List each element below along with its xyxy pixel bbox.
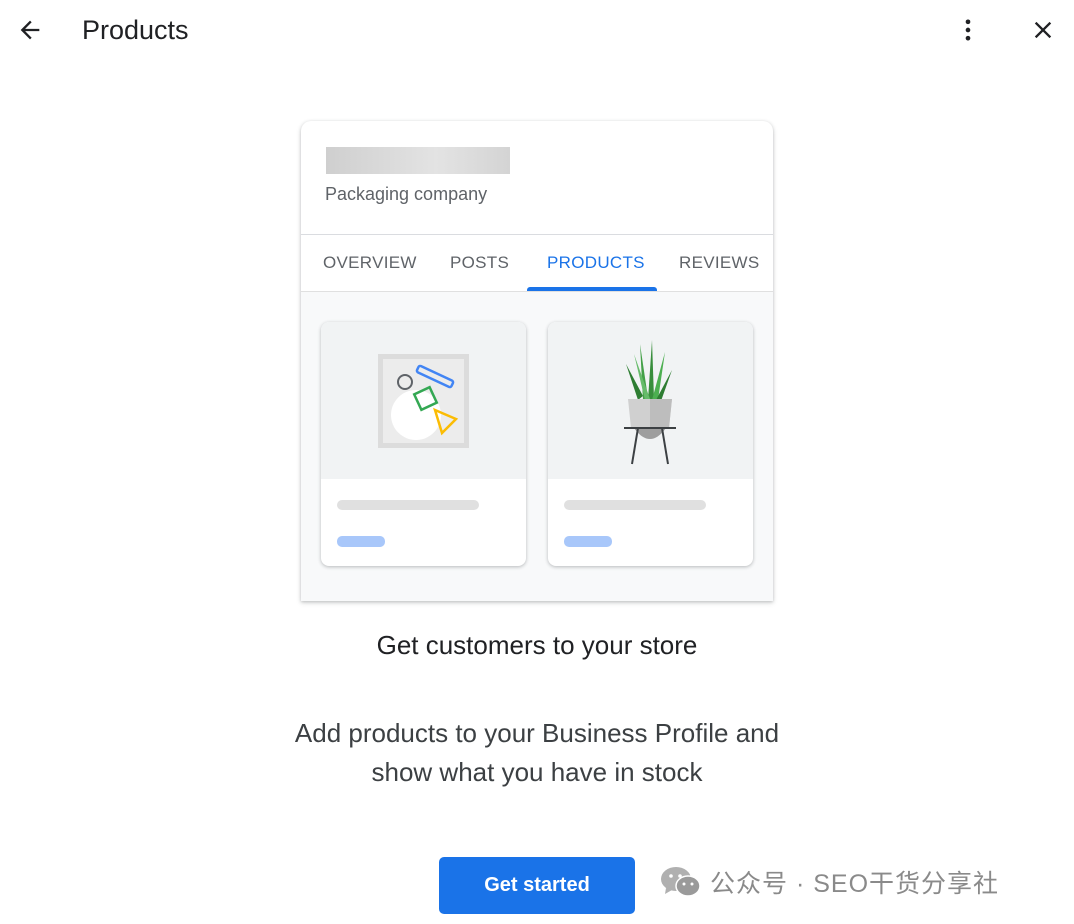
tab-overview: OVERVIEW — [323, 253, 417, 272]
page-title: Products — [82, 15, 189, 45]
close-button[interactable] — [1025, 12, 1061, 48]
products-grid — [301, 292, 773, 601]
product-title-placeholder — [337, 500, 479, 510]
product-price-placeholder — [564, 536, 612, 547]
potted-plant-icon — [624, 340, 676, 465]
profile-tabs: OVERVIEW POSTS PRODUCTS REVIEWS — [301, 235, 773, 292]
more-vert-icon — [965, 19, 971, 41]
wechat-icon — [661, 867, 701, 897]
product-title-placeholder — [564, 500, 706, 510]
top-app-bar: Products — [0, 0, 1074, 62]
business-category: Packaging company — [325, 184, 488, 204]
watermark-text: 公众号 · SEO干货分享社 — [710, 870, 1000, 898]
headline: Get customers to your store — [376, 630, 698, 660]
arrow-back-icon — [20, 20, 40, 40]
business-name-placeholder — [326, 147, 510, 174]
watermark: 公众号 · SEO干货分享社 — [660, 864, 999, 900]
tab-posts: POSTS — [450, 253, 510, 272]
close-icon — [1034, 21, 1052, 39]
back-button[interactable] — [12, 12, 48, 48]
product-card — [321, 322, 526, 566]
product-price-placeholder — [337, 536, 385, 547]
description: Add products to your Business Profile an… — [294, 718, 780, 787]
business-profile-preview: Packaging company OVERVIEW POSTS PRODUCT… — [301, 121, 773, 601]
more-options-button[interactable] — [950, 12, 986, 48]
product-image — [321, 322, 526, 479]
shapes-illustration-icon — [378, 354, 469, 448]
get-started-button[interactable]: Get started — [439, 857, 635, 914]
tab-reviews: REVIEWS — [679, 253, 760, 272]
product-card — [548, 322, 753, 566]
product-image — [548, 322, 753, 479]
tab-products: PRODUCTS — [547, 253, 645, 272]
active-tab-indicator — [527, 287, 657, 291]
